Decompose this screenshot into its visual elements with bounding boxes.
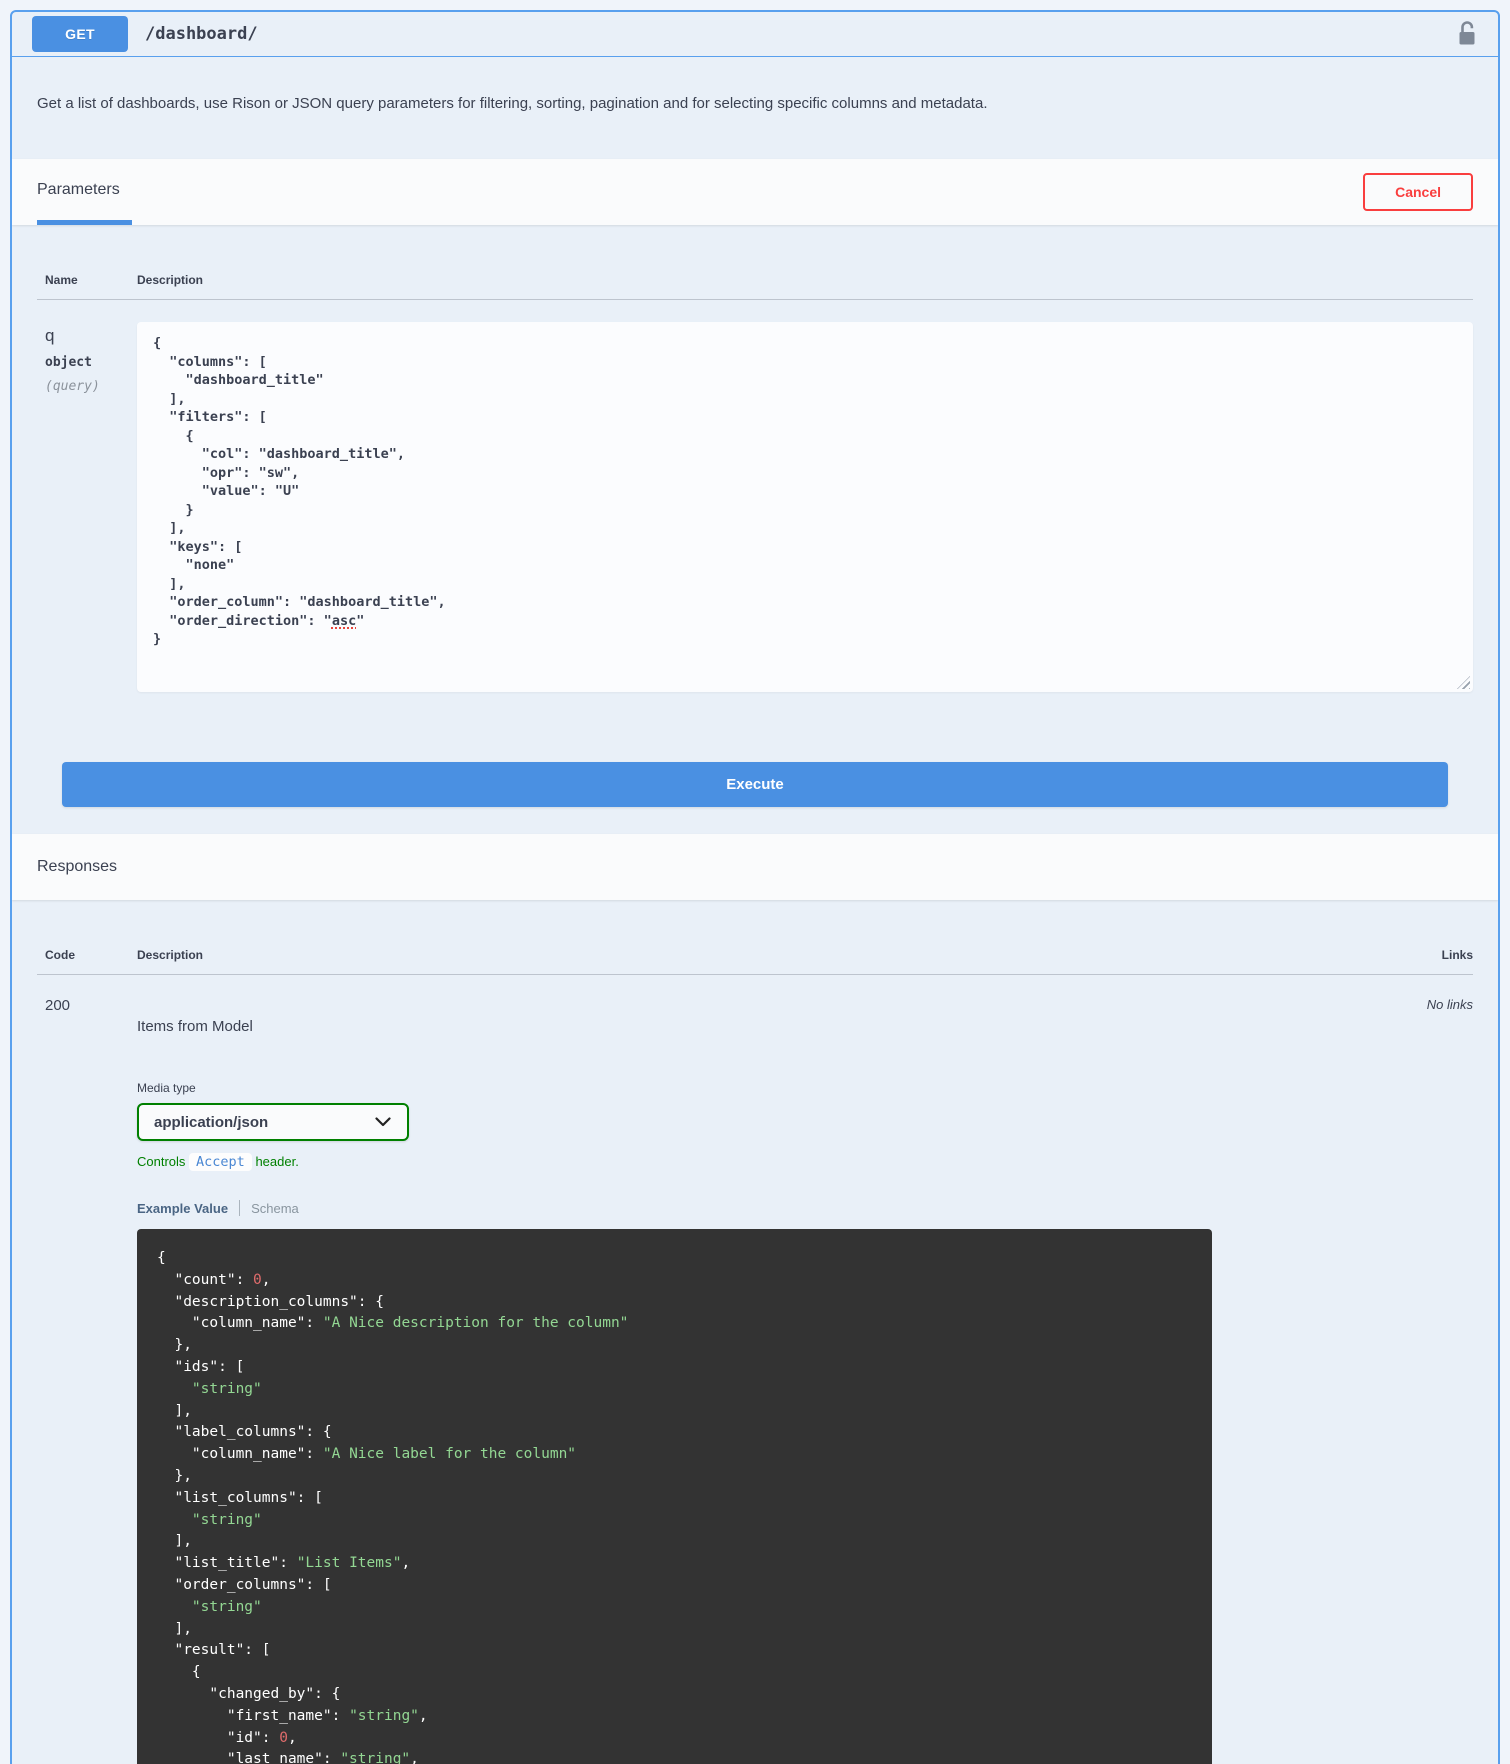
column-header-name: Name: [45, 273, 78, 287]
column-header-description: Description: [137, 273, 204, 287]
media-type-value: application/json: [154, 1113, 269, 1131]
cancel-button[interactable]: Cancel: [1363, 173, 1473, 211]
execute-button[interactable]: Execute: [62, 762, 1448, 807]
auth-lock-button[interactable]: [1456, 20, 1478, 48]
parameter-row-q: q object (query) { "columns": [ "dashboa…: [37, 300, 1473, 692]
chevron-down-icon: [375, 1114, 391, 1131]
response-description: Items from Model: [137, 1018, 253, 1035]
media-type-select[interactable]: application/json: [137, 1103, 409, 1141]
example-response-code-block: { "count": 0, "description_columns": { "…: [137, 1229, 1212, 1764]
column-header-links: Links: [1441, 948, 1473, 962]
column-header-code: Code: [45, 948, 75, 962]
resize-handle[interactable]: [1457, 676, 1470, 689]
example-schema-tabs: Example Value Schema: [137, 1200, 1427, 1216]
responses-table: Code Description Links 200 Items from Mo…: [12, 900, 1498, 1764]
media-type-label: Media type: [137, 1081, 196, 1095]
query-parameter-editor[interactable]: { "columns": [ "dashboard_title" ], "fil…: [137, 322, 1473, 692]
responses-title: Responses: [37, 858, 118, 875]
response-code: 200: [45, 997, 71, 1014]
operation-summary[interactable]: GET /dashboard/: [12, 12, 1498, 57]
responses-section-header: Responses: [12, 834, 1498, 900]
param-location: (query): [45, 379, 100, 394]
response-links: No links: [1426, 997, 1473, 1012]
endpoint-description: Get a list of dashboards, use Rison or J…: [37, 95, 988, 112]
parameters-table: Name Description q object (query) { "col…: [12, 225, 1498, 807]
param-name: q: [45, 326, 55, 345]
column-header-description: Description: [137, 948, 204, 962]
accept-header-code: Accept: [189, 1153, 252, 1171]
parameters-section-header: Parameters Cancel: [12, 159, 1498, 225]
accept-header-note: Controls Accept header.: [137, 1153, 299, 1171]
tab-schema[interactable]: Schema: [251, 1201, 299, 1216]
tab-example-value[interactable]: Example Value: [137, 1201, 228, 1216]
endpoint-path: /dashboard/: [145, 24, 258, 44]
responses-table-header: Code Description Links: [37, 900, 1473, 975]
method-badge: GET: [32, 16, 128, 52]
tab-divider: [239, 1200, 241, 1216]
unlock-icon: [1456, 21, 1478, 51]
tab-parameters[interactable]: Parameters: [37, 159, 132, 225]
parameters-table-header: Name Description: [37, 225, 1473, 300]
param-type: object: [45, 355, 92, 370]
operation-block-get-dashboard: GET /dashboard/ Get a list of dashboards…: [10, 10, 1500, 1764]
response-row-200: 200 Items from Model Media type applicat…: [37, 975, 1473, 1764]
